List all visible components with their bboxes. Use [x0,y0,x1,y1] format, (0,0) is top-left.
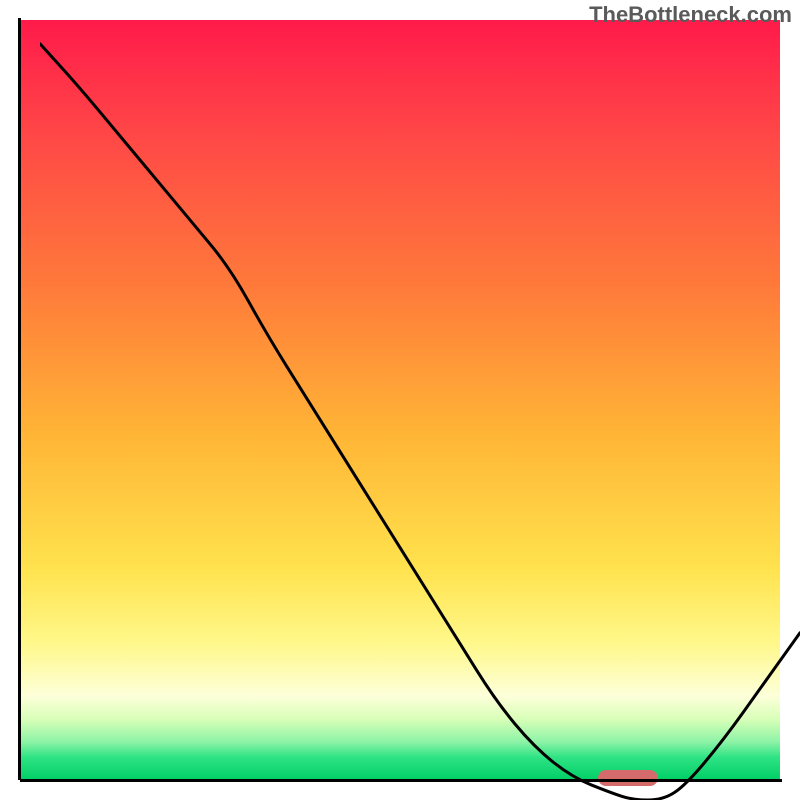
optimal-range-marker [598,770,659,786]
watermark-text: TheBottleneck.com [589,2,792,28]
plot-area [20,20,780,780]
bottleneck-curve-line [40,44,800,800]
y-axis [18,18,21,780]
curve-layer [40,40,800,800]
bottleneck-chart: TheBottleneck.com [0,0,800,800]
x-axis [20,779,782,782]
